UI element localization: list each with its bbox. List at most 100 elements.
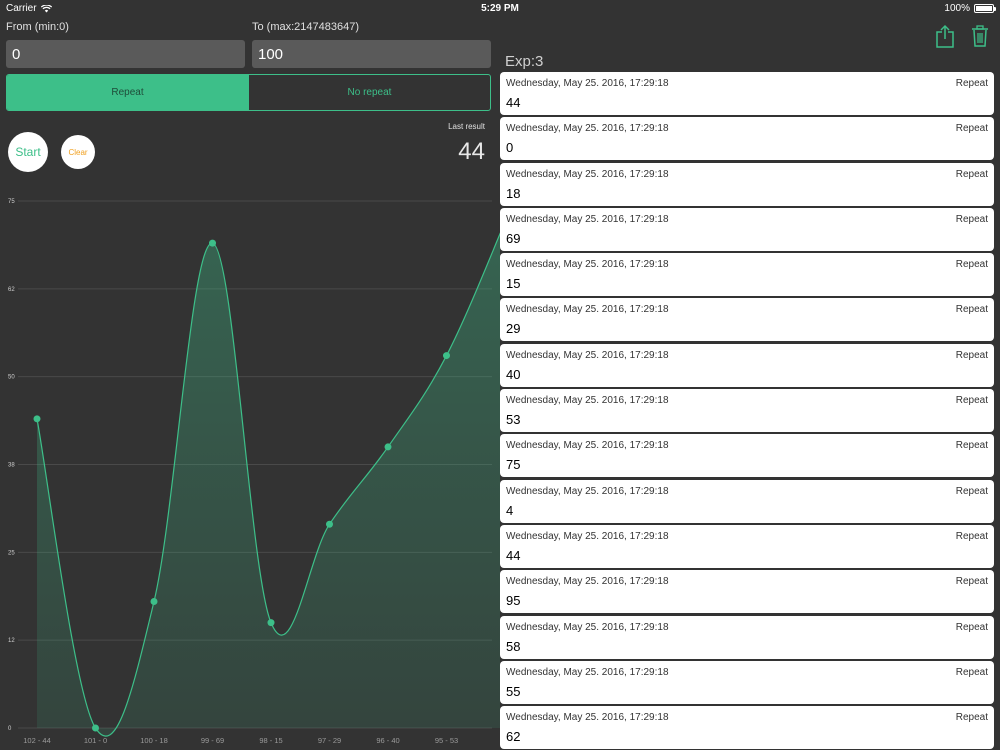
- list-item[interactable]: Wednesday, May 25. 2016, 17:29:18 Repeat 4…: [500, 72, 994, 115]
- from-input[interactable]: [6, 40, 245, 68]
- experiment-label: Exp:3: [505, 53, 544, 70]
- result-date: Wednesday, May 25. 2016, 17:29:18: [506, 712, 669, 724]
- result-mode: Repeat: [955, 123, 988, 135]
- results-list[interactable]: Wednesday, May 25. 2016, 17:29:18 Repeat 4…: [500, 72, 994, 750]
- list-item[interactable]: Wednesday, May 25. 2016, 17:29:18 Repeat 5…: [500, 615, 994, 659]
- status-bar: Carrier 5:29 PM 100%: [0, 0, 1000, 16]
- y-tick-label: 38: [8, 463, 15, 469]
- list-item[interactable]: Wednesday, May 25. 2016, 17:29:18 Repeat 1…: [500, 162, 994, 206]
- repeat-mode-toggle: Repeat No repeat: [6, 74, 491, 111]
- result-value: 44: [506, 95, 521, 110]
- x-tick-label: 102 - 44: [23, 736, 51, 745]
- result-mode: Repeat: [955, 259, 988, 271]
- results-chart: 0 12 25 38 50 62 75 102 - 44 101 - 0 100 - 18 99 -…: [8, 199, 500, 745]
- x-tick-label: 97 - 29: [318, 736, 341, 745]
- to-input[interactable]: [252, 40, 491, 68]
- result-date: Wednesday, May 25. 2016, 17:29:18: [506, 304, 669, 316]
- battery-percent: 100%: [944, 3, 970, 14]
- result-value: 69: [506, 230, 521, 246]
- chart-point: [92, 724, 99, 732]
- result-mode: Repeat: [955, 349, 988, 361]
- battery-indicator: 100%: [944, 3, 996, 14]
- chart-area: [37, 233, 500, 736]
- result-value: 95: [506, 593, 521, 609]
- x-tick-label: 100 - 18: [140, 736, 168, 745]
- list-item[interactable]: Wednesday, May 25. 2016, 17:29:18 Repeat 6…: [500, 706, 994, 750]
- chart-point: [443, 352, 450, 360]
- result-mode: Repeat: [955, 168, 988, 180]
- result-mode: Repeat: [955, 485, 988, 497]
- result-value: 18: [506, 185, 521, 201]
- y-tick-label: 50: [8, 375, 15, 381]
- result-date: Wednesday, May 25. 2016, 17:29:18: [506, 259, 669, 271]
- x-tick-label: 101 - 0: [84, 736, 107, 745]
- y-tick-label: 75: [8, 199, 15, 205]
- chart-point: [150, 598, 158, 606]
- x-tick-label: 95 - 53: [435, 736, 458, 745]
- x-tick-label: 99 - 69: [201, 736, 224, 745]
- result-date: Wednesday, May 25. 2016, 17:29:18: [506, 576, 669, 588]
- list-item[interactable]: Wednesday, May 25. 2016, 17:29:18 Repeat 0: [500, 117, 994, 161]
- repeat-segment[interactable]: Repeat: [7, 75, 248, 110]
- to-label: To (max:2147483647): [252, 21, 360, 33]
- result-value: 62: [506, 729, 521, 745]
- result-date: Wednesday, May 25. 2016, 17:29:18: [506, 530, 669, 542]
- chart-point: [384, 443, 392, 451]
- clear-button[interactable]: Clear: [61, 135, 95, 169]
- result-mode: Repeat: [955, 213, 988, 225]
- result-date: Wednesday, May 25. 2016, 17:29:18: [506, 485, 669, 497]
- result-date: Wednesday, May 25. 2016, 17:29:18: [506, 666, 669, 678]
- chart-point: [326, 520, 333, 528]
- share-icon[interactable]: [935, 24, 955, 48]
- list-item[interactable]: Wednesday, May 25. 2016, 17:29:18 Repeat 2…: [500, 298, 994, 342]
- result-value: 55: [506, 683, 521, 699]
- result-value: 0: [506, 140, 514, 156]
- list-item[interactable]: Wednesday, May 25. 2016, 17:29:18 Repeat 4: [500, 479, 994, 523]
- x-tick-label: 98 - 15: [259, 736, 282, 745]
- result-mode: Repeat: [955, 78, 988, 89]
- list-item[interactable]: Wednesday, May 25. 2016, 17:29:18 Repeat 1…: [500, 253, 994, 297]
- result-mode: Repeat: [955, 576, 988, 588]
- y-tick-label: 0: [8, 726, 12, 732]
- list-item[interactable]: Wednesday, May 25. 2016, 17:29:18 Repeat 6…: [500, 207, 994, 251]
- trash-icon[interactable]: [970, 24, 990, 48]
- result-value: 75: [506, 457, 521, 473]
- result-date: Wednesday, May 25. 2016, 17:29:18: [506, 123, 669, 135]
- result-mode: Repeat: [955, 621, 988, 633]
- result-date: Wednesday, May 25. 2016, 17:29:18: [506, 621, 669, 633]
- result-value: 29: [506, 321, 521, 337]
- list-item[interactable]: Wednesday, May 25. 2016, 17:29:18 Repeat 5…: [500, 660, 994, 704]
- y-tick-label: 25: [8, 550, 15, 556]
- result-date: Wednesday, May 25. 2016, 17:29:18: [506, 213, 669, 225]
- y-tick-label: 62: [8, 287, 15, 293]
- no-repeat-segment[interactable]: No repeat: [248, 75, 490, 110]
- last-result-value: 44: [458, 138, 485, 165]
- battery-icon: [974, 4, 996, 13]
- result-value: 4: [506, 502, 514, 518]
- result-date: Wednesday, May 25. 2016, 17:29:18: [506, 349, 669, 361]
- result-date: Wednesday, May 25. 2016, 17:29:18: [506, 440, 669, 452]
- x-tick-label: 96 - 40: [376, 736, 399, 745]
- result-mode: Repeat: [955, 395, 988, 407]
- start-button[interactable]: Start: [8, 132, 48, 172]
- result-value: 40: [506, 366, 521, 382]
- chart-point: [267, 619, 275, 627]
- last-result-label: Last result: [448, 122, 485, 131]
- result-value: 53: [506, 412, 521, 428]
- clock: 5:29 PM: [481, 3, 519, 14]
- from-label: From (min:0): [6, 21, 69, 33]
- list-item[interactable]: Wednesday, May 25. 2016, 17:29:18 Repeat 7…: [500, 434, 994, 478]
- result-mode: Repeat: [955, 530, 988, 542]
- result-mode: Repeat: [955, 666, 988, 678]
- list-item[interactable]: Wednesday, May 25. 2016, 17:29:18 Repeat 4…: [500, 524, 994, 568]
- list-item[interactable]: Wednesday, May 25. 2016, 17:29:18 Repeat 4…: [500, 343, 994, 387]
- result-value: 58: [506, 638, 521, 654]
- result-mode: Repeat: [955, 440, 988, 452]
- list-item[interactable]: Wednesday, May 25. 2016, 17:29:18 Repeat 5…: [500, 389, 994, 433]
- result-value: 44: [506, 547, 521, 563]
- list-item[interactable]: Wednesday, May 25. 2016, 17:29:18 Repeat 9…: [500, 570, 994, 614]
- result-mode: Repeat: [955, 712, 988, 724]
- chart-point: [33, 415, 41, 423]
- y-tick-label: 12: [8, 638, 15, 644]
- result-value: 15: [506, 276, 521, 292]
